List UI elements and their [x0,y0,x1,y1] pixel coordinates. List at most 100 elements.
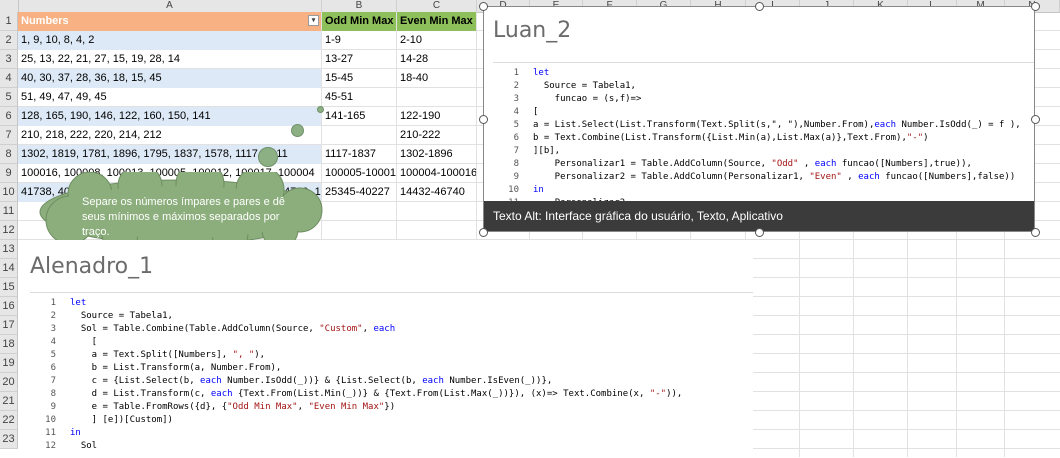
code-token: in [70,428,81,438]
code-line: 12 Sol [30,440,97,453]
callout-tail-large [258,147,278,167]
row-header-17[interactable]: 17 [0,316,18,335]
code-token: e = Table.FromRows({d}, { [70,402,228,412]
line-number: 5 [50,350,56,360]
header-numbers[interactable]: Numbers ▾ [18,12,321,31]
code-token: Sol = Table.Combine(Table.AddColumn(Sour… [70,324,320,334]
column-header-c[interactable]: C [397,0,477,12]
code-line: 3 Sol = Table.Combine(Table.AddColumn(So… [30,323,396,336]
row-header-15[interactable]: 15 [0,278,18,297]
odd-min-max-cell[interactable]: 100005-100017 [322,164,396,183]
alenadro-title: Alenadro_1 [30,254,154,279]
callout-tail-medium [291,124,304,137]
numbers-cell[interactable]: 1, 9, 10, 8, 4, 2 [18,31,321,50]
filter-dropdown-icon[interactable]: ▾ [308,15,319,26]
odd-min-max-cell[interactable] [322,126,396,145]
resize-handle[interactable] [479,115,488,124]
row-header-7[interactable]: 7 [0,126,18,145]
even-min-max-cell[interactable] [397,88,476,107]
row-header-16[interactable]: 16 [0,297,18,316]
odd-min-max-cell[interactable]: 13-27 [322,50,396,69]
row-header-23[interactable]: 23 [0,430,18,449]
code-line: 4 [ [30,336,98,349]
code-token: each [422,376,444,386]
resize-handle[interactable] [479,228,488,237]
even-min-max-cell[interactable]: 18-40 [397,69,476,88]
code-line: 11 in [30,427,81,440]
row-header-4[interactable]: 4 [0,69,18,88]
row-header-14[interactable]: 14 [0,259,18,278]
code-token: "-" [649,389,667,399]
code-line: 10 ] [e])[Custom]) [30,414,173,427]
code-token: Source = Tabela1, [70,311,173,321]
resize-handle[interactable] [479,2,488,11]
row-header-12[interactable]: 12 [0,221,18,240]
odd-min-max-cell[interactable]: 141-165 [322,107,396,126]
numbers-cell[interactable]: 51, 49, 47, 49, 45 [18,88,321,107]
even-min-max-cell[interactable]: 14-28 [397,50,476,69]
resize-handle[interactable] [755,228,764,237]
row-header-2[interactable]: 2 [0,31,18,50]
row-header-1[interactable]: 1 [0,12,18,31]
odd-min-max-cell[interactable]: 45-51 [322,88,396,107]
header-even-min-max[interactable]: Even Min Max [397,12,476,31]
code-token: "Odd Min Max" [227,402,298,412]
resize-handle[interactable] [1031,115,1040,124]
select-all-corner[interactable] [0,0,19,12]
odd-min-max-cell[interactable]: 25345-40227 [322,183,396,202]
line-number: 11 [45,428,56,438]
code-token: }) [384,402,396,412]
row-header-8[interactable]: 8 [0,145,18,164]
row-header-20[interactable]: 20 [0,373,18,392]
even-min-max-cell[interactable]: 122-190 [397,107,476,126]
row-header-5[interactable]: 5 [0,88,18,107]
code-token: )), [666,389,683,399]
code-token: let [70,298,87,308]
callout-text: Separe os números ímpares e pares e dê s… [82,196,286,238]
numbers-cell[interactable]: 25, 13, 22, 21, 27, 15, 19, 28, 14 [18,50,321,69]
odd-min-max-cell[interactable]: 15-45 [322,69,396,88]
resize-handle[interactable] [1031,2,1040,11]
header-odd-min-max[interactable]: Odd Min Max [322,12,396,31]
code-token: ] [e])[Custom]) [70,415,173,425]
code-token: Sol [70,441,98,451]
callout-tail-small [317,106,324,113]
code-token: a = Text.Split([Numbers], [70,350,233,360]
odd-min-max-cell[interactable]: 1-9 [322,31,396,50]
row-header-11[interactable]: 11 [0,202,18,221]
numbers-cell[interactable]: 128, 165, 190, 146, 122, 160, 150, 141 [18,107,321,126]
alenadro-image-panel[interactable]: Alenadro_1 1 let 2 Source = Tabela1, 3 Sol … [18,240,753,458]
code-line: 1 let [30,297,87,310]
row-header-9[interactable]: 9 [0,164,18,183]
column-header-b[interactable]: B [322,0,397,12]
resize-handle[interactable] [755,2,764,11]
even-min-max-cell[interactable]: 14432-46740 [397,183,476,202]
code-token: Number.IsEven(_))}, [443,376,553,386]
code-token: ), [254,350,266,360]
resize-handle[interactable] [1031,228,1040,237]
numbers-cell[interactable]: 210, 218, 222, 220, 214, 212 [18,126,321,145]
row-header-21[interactable]: 21 [0,392,18,411]
row-header-3[interactable]: 3 [0,50,18,69]
row-header-18[interactable]: 18 [0,335,18,354]
column-header-a[interactable]: A [18,0,322,12]
code-line: 5 a = Text.Split([Numbers], ", "), [30,349,266,362]
row-header-22[interactable]: 22 [0,411,18,430]
code-token: [ [70,337,98,347]
code-token: "Even Min Max" [308,402,385,412]
line-number: 8 [50,389,56,399]
line-number: 4 [50,337,56,347]
row-header-13[interactable]: 13 [0,240,18,259]
numbers-cell[interactable]: 40, 30, 37, 28, 36, 18, 15, 45 [18,69,321,88]
even-min-max-cell[interactable]: 100004-100016 [397,164,476,183]
alenadro-code-block: 1 let 2 Source = Tabela1, 3 Sol = Table.Com… [30,292,753,458]
even-min-max-cell[interactable]: 1302-1896 [397,145,476,164]
row-header-10[interactable]: 10 [0,183,18,202]
code-line: 6 b = List.Transform(a, Number.From), [30,362,282,375]
even-min-max-cell[interactable]: 2-10 [397,31,476,50]
row-header-6[interactable]: 6 [0,107,18,126]
even-min-max-cell[interactable]: 210-222 [397,126,476,145]
row-header-19[interactable]: 19 [0,354,18,373]
code-token: c = {List.Select(b, [70,376,201,386]
odd-min-max-cell[interactable]: 1117-1837 [322,145,396,164]
